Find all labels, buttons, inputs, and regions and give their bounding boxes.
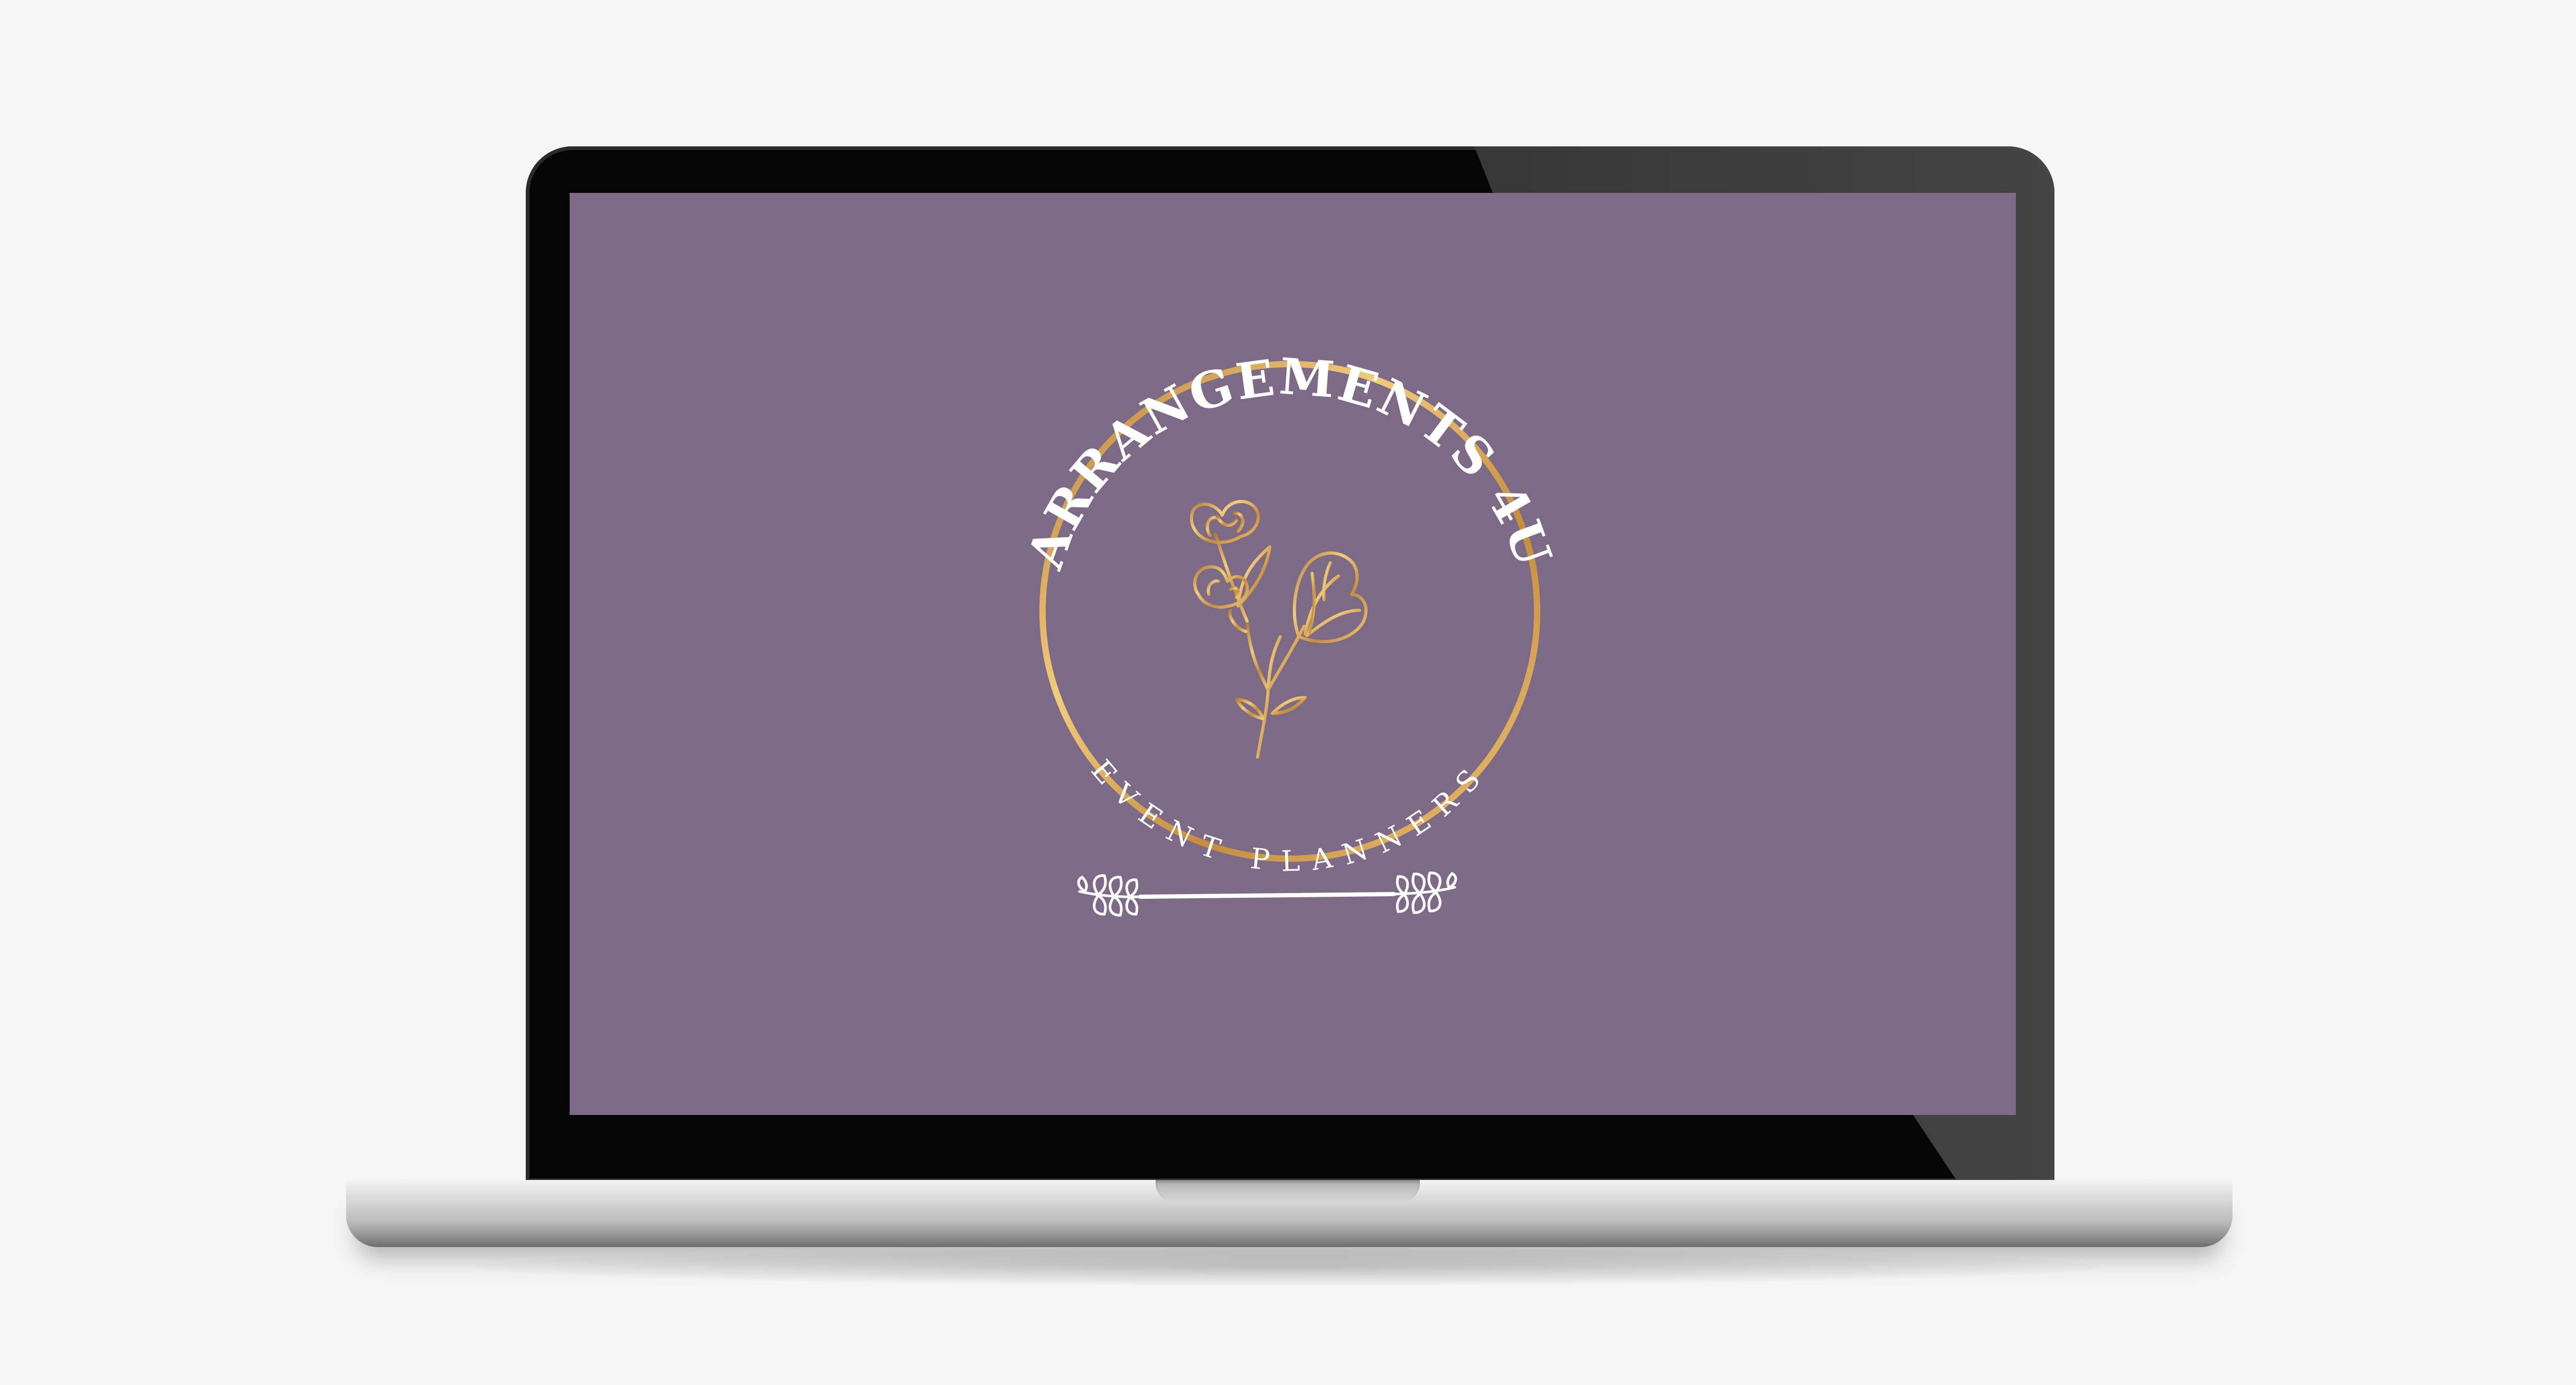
laurel-divider-icon: [1077, 871, 1457, 917]
tagline: EVENT PLANNERS: [1085, 754, 1495, 878]
laptop-shadow: [476, 1248, 2100, 1285]
brand-name: ARRANGEMENTS 4U: [1016, 348, 1563, 577]
trackpad-notch: [1156, 1180, 1420, 1202]
rose-flower-icon: [1189, 500, 1368, 759]
laptop-lid: ARRANGEMENTS 4U EVENT PLANNERS: [526, 146, 2054, 1182]
laptop-base: [346, 1180, 2233, 1247]
brand-logo: ARRANGEMENTS 4U EVENT PLANNERS: [1016, 348, 1563, 917]
laptop-mockup-scene: ARRANGEMENTS 4U EVENT PLANNERS: [0, 0, 2576, 1385]
laptop-screen: ARRANGEMENTS 4U EVENT PLANNERS: [570, 193, 2016, 1115]
